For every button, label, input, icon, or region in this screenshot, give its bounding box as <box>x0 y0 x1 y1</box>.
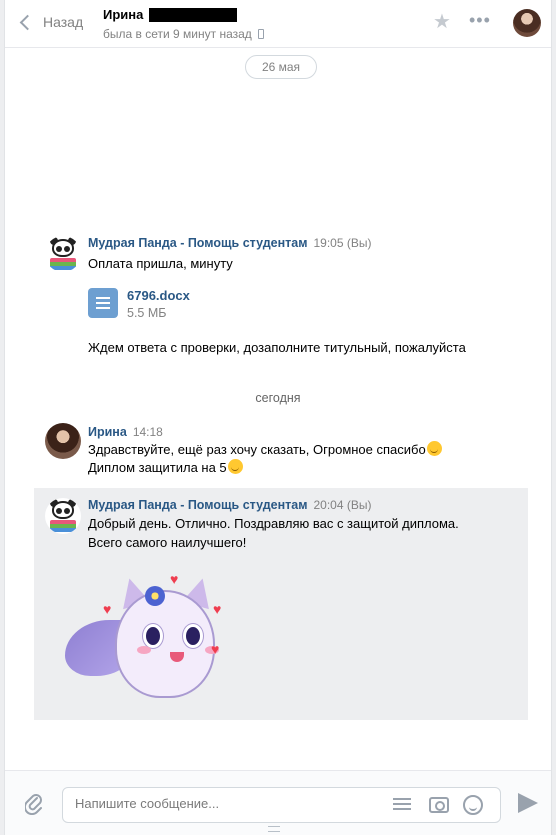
panda-avatar[interactable] <box>45 236 81 272</box>
message-input[interactable] <box>75 796 375 811</box>
document-name[interactable]: 6796.docx <box>127 288 190 303</box>
document-attachment[interactable]: 6796.docx 5.5 МБ <box>88 288 190 320</box>
chat-window: Назад Ирина была в сети 9 минут назад ★ … <box>4 0 552 835</box>
heart-icon: ♥ <box>213 601 222 617</box>
panda-eye <box>56 508 62 514</box>
panda-eye <box>56 246 62 252</box>
message-author[interactable]: Ирина 14:18 <box>88 425 163 439</box>
date-pill[interactable]: 26 мая <box>245 55 317 79</box>
flower-icon <box>145 586 165 606</box>
cat-sticker[interactable]: ♥ ♥ ♥ ♥ <box>65 570 225 700</box>
peer-info[interactable]: Ирина была в сети 9 минут назад <box>103 7 264 41</box>
emoji-smile-icon[interactable] <box>463 795 483 815</box>
send-icon[interactable] <box>518 793 538 813</box>
message-text-line: Диплом защитила на 5 <box>88 458 243 477</box>
author-name[interactable]: Мудрая Панда - Помощь студентам <box>88 236 307 250</box>
message-text: Всего самого наилучшего! <box>88 535 247 550</box>
paperclip-icon[interactable] <box>25 793 43 815</box>
chat-header: Назад Ирина была в сети 9 минут назад ★ … <box>5 0 551 48</box>
templates-list-icon[interactable] <box>393 798 411 812</box>
camera-icon[interactable] <box>429 797 449 813</box>
document-size: 5.5 МБ <box>127 306 167 320</box>
message-time: 20:04 (Вы) <box>313 498 372 512</box>
redacted-surname <box>149 7 238 22</box>
message-time: 19:05 (Вы) <box>313 236 372 250</box>
panda-books <box>50 520 76 532</box>
back-label: Назад <box>43 14 84 30</box>
resize-handle[interactable] <box>268 826 280 832</box>
relieved-face-emoji-icon <box>227 459 243 474</box>
panda-books <box>50 258 76 270</box>
star-icon[interactable]: ★ <box>433 12 451 32</box>
document-icon <box>88 288 118 318</box>
peer-status: была в сети 9 минут назад <box>103 27 252 41</box>
peer-name: Ирина <box>103 7 144 22</box>
sticker-eye <box>143 624 163 648</box>
sticker-blush <box>137 646 151 654</box>
panda-eye <box>64 508 70 514</box>
message-text-line: Здравствуйте, ещё раз хочу сказать, Огро… <box>88 440 442 459</box>
message-author[interactable]: Мудрая Панда - Помощь студентам 20:04 (Вы… <box>88 498 371 512</box>
document-info: 6796.docx 5.5 МБ <box>127 288 190 320</box>
peer-status-row: была в сети 9 минут назад <box>103 27 264 41</box>
irina-avatar[interactable] <box>45 423 81 459</box>
sticker-eye <box>183 624 203 648</box>
peer-name-row: Ирина <box>103 7 264 22</box>
message-text: Добрый день. Отлично. Поздравляю вас с з… <box>88 516 459 531</box>
message-author[interactable]: Мудрая Панда - Помощь студентам 19:05 (Вы… <box>88 236 371 250</box>
message-text: Оплата пришла, минуту <box>88 256 233 271</box>
day-separator: сегодня <box>255 391 301 405</box>
heart-icon: ♥ <box>211 641 220 657</box>
message-text: Здравствуйте, ещё раз хочу сказать, Огро… <box>88 442 426 457</box>
message-input-box[interactable] <box>62 787 501 823</box>
mobile-phone-icon <box>257 29 264 39</box>
author-name[interactable]: Мудрая Панда - Помощь студентам <box>88 498 307 512</box>
author-name[interactable]: Ирина <box>88 425 127 439</box>
back-button[interactable]: Назад <box>19 14 83 30</box>
panda-eye <box>64 246 70 252</box>
chevron-left-icon <box>19 14 36 30</box>
smiling-face-emoji-icon <box>426 441 442 456</box>
message-text: Диплом защитила на 5 <box>88 460 227 475</box>
more-options-icon[interactable]: ••• <box>469 10 491 31</box>
heart-icon: ♥ <box>103 601 112 617</box>
peer-avatar[interactable] <box>513 9 541 37</box>
panda-avatar[interactable] <box>45 498 81 534</box>
message-time: 14:18 <box>132 425 163 439</box>
heart-icon: ♥ <box>170 571 179 587</box>
message-text: Ждем ответа с проверки, дозаполните титу… <box>88 340 466 355</box>
